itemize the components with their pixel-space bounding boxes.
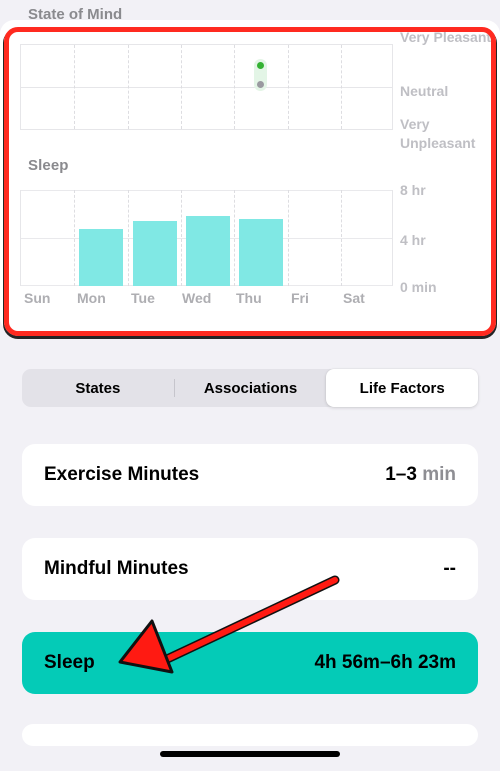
sleep-vgrid-1 [74, 190, 76, 286]
som-ylabel-neutral: Neutral [400, 83, 449, 99]
som-dot-neutral [257, 81, 264, 88]
sleep-daylabel-fri: Fri [291, 290, 309, 306]
factor-value-unit: min [422, 464, 456, 485]
sleep-bar-mon[interactable] [79, 229, 123, 286]
sleep-daylabel-thu: Thu [236, 290, 262, 306]
sleep-ylabel-8hr: 8 hr [400, 182, 426, 198]
sleep-vgrid-4 [234, 190, 236, 286]
factor-value-number: 1–3 [385, 464, 417, 485]
factor-row-exercise-minutes[interactable]: Exercise Minutes 1–3 min [22, 444, 478, 506]
factor-row-next-partial[interactable] [22, 724, 478, 746]
tab-associations[interactable]: Associations [175, 369, 327, 407]
sleep-chart-title: Sleep [28, 157, 69, 174]
som-vgrid-6 [340, 45, 342, 129]
sleep-vgrid-2 [127, 190, 129, 286]
som-vgrid-4 [234, 45, 236, 129]
som-vgrid-2 [127, 45, 129, 129]
sleep-plot[interactable] [20, 190, 393, 286]
sleep-daylabel-wed: Wed [182, 290, 212, 306]
sleep-vgrid-5 [287, 190, 289, 286]
factor-value: 4h 56m–6h 23m [314, 652, 456, 673]
factor-row-mindful-minutes[interactable]: Mindful Minutes -- [22, 538, 478, 600]
factor-row-sleep[interactable]: Sleep 4h 56m–6h 23m [22, 632, 478, 694]
state-of-mind-plot[interactable] [20, 44, 393, 130]
sleep-vgrid-3 [180, 190, 182, 286]
sleep-vgrid-6 [340, 190, 342, 286]
factor-value: -- [443, 558, 456, 579]
sleep-bar-wed[interactable] [186, 216, 230, 286]
som-ylabel-very-unpleasant: Very Unpleasant [400, 116, 476, 151]
charts-card: State of Mind Very Pleasant Neutral Very… [0, 20, 500, 332]
factor-label: Exercise Minutes [44, 464, 200, 485]
sleep-ylabel-4hr: 4 hr [400, 232, 426, 248]
som-ylabel-very-pleasant: Very Pleasant [400, 29, 492, 45]
tab-states[interactable]: States [22, 369, 174, 407]
state-of-mind-heading: State of Mind [28, 6, 123, 23]
sleep-bar-tue[interactable] [133, 221, 177, 286]
factor-label: Mindful Minutes [44, 558, 189, 579]
som-vgrid-3 [180, 45, 182, 129]
sleep-bar-thu[interactable] [239, 219, 283, 286]
som-point-capsule-thu[interactable] [254, 59, 267, 91]
home-indicator[interactable] [160, 751, 340, 757]
sleep-daylabel-mon: Mon [77, 290, 106, 306]
sleep-gridline-8hr [21, 190, 392, 191]
segmented-control[interactable]: States Associations Life Factors [22, 369, 479, 407]
factor-value: 1–3 min [385, 464, 456, 486]
neutral-gridline [21, 87, 392, 88]
sleep-daylabel-sun: Sun [24, 290, 51, 306]
som-vgrid-1 [74, 45, 76, 129]
sleep-daylabel-tue: Tue [131, 290, 155, 306]
sleep-ylabel-0min: 0 min [400, 279, 437, 295]
sleep-daylabel-sat: Sat [343, 290, 365, 306]
som-dot-pleasant [257, 62, 264, 69]
som-vgrid-5 [287, 45, 289, 129]
factor-label: Sleep [44, 652, 95, 673]
tab-life-factors[interactable]: Life Factors [326, 369, 479, 407]
screen: State of Mind Very Pleasant Neutral Very… [0, 0, 500, 771]
